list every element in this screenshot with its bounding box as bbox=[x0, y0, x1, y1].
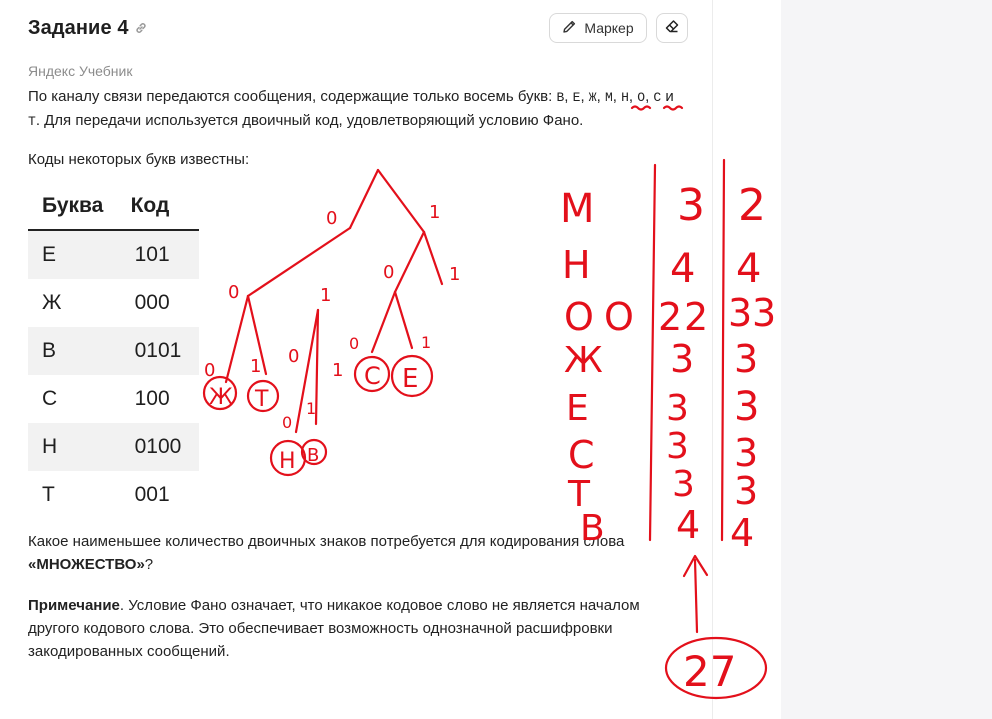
letter-cell: С bbox=[42, 387, 58, 410]
letter-zh: Ж bbox=[588, 90, 597, 105]
letter-o: О bbox=[637, 90, 646, 105]
letter-cell: Е bbox=[28, 230, 129, 279]
table-row: В 0101 bbox=[28, 327, 199, 375]
letter-cell: Т bbox=[42, 483, 55, 506]
letter-s: С bbox=[653, 90, 662, 105]
intro-text: По каналу связи передаются сообщения, со… bbox=[28, 88, 557, 105]
eraser-button[interactable] bbox=[656, 13, 688, 43]
marker-label: Маркер bbox=[584, 20, 634, 36]
table-row: Н 0100 bbox=[28, 423, 199, 471]
letter-cell: В bbox=[28, 327, 129, 375]
marker-button[interactable]: Маркер bbox=[549, 13, 647, 43]
column-header-code: Код bbox=[128, 183, 199, 231]
source-label: Яндекс Учебник bbox=[28, 63, 133, 79]
code-cell: 100 bbox=[134, 387, 170, 410]
eraser-icon bbox=[664, 18, 680, 39]
column-header-letter: Буква bbox=[28, 183, 129, 231]
question-word: «МНОЖЕСТВО» bbox=[28, 556, 145, 573]
letter-v: В bbox=[556, 90, 565, 105]
right-pane bbox=[713, 0, 781, 719]
question-start: Какое наименьшее количество двоичных зна… bbox=[28, 533, 625, 550]
note-label: Примечание bbox=[28, 597, 120, 614]
letter-n: Н bbox=[621, 90, 629, 105]
letter-cell: Ж bbox=[42, 291, 62, 314]
letter-m: М bbox=[604, 90, 613, 105]
letter-e: Е bbox=[572, 90, 581, 105]
code-cell: 001 bbox=[134, 483, 170, 506]
letter-cell: Н bbox=[28, 423, 129, 471]
task-card: Задание 4 Маркер Яндекс Учебник По канал… bbox=[0, 0, 713, 719]
link-icon[interactable] bbox=[134, 21, 148, 35]
table-row: Е 101 bbox=[28, 230, 199, 279]
intro-text-end: . Для передачи используется двоичный код… bbox=[35, 112, 584, 129]
question-end: ? bbox=[144, 556, 154, 573]
code-cell: 0100 bbox=[128, 423, 199, 471]
letter-t: Т bbox=[28, 114, 36, 129]
page-title: Задание 4 bbox=[28, 17, 129, 39]
pencil-icon bbox=[562, 19, 577, 37]
note-text: Примечание. Условие Фано означает, что н… bbox=[28, 594, 688, 663]
table-row: Ж 000 bbox=[28, 279, 199, 327]
table-row: С 100 bbox=[28, 375, 199, 423]
code-cell: 0101 bbox=[128, 327, 199, 375]
table-header-row: Буква Код bbox=[28, 183, 199, 231]
known-codes-label: Коды некоторых букв известны: bbox=[28, 151, 250, 168]
task-header: Задание 4 Маркер bbox=[28, 13, 692, 46]
code-cell: 101 bbox=[128, 230, 199, 279]
problem-statement: По каналу связи передаются сообщения, со… bbox=[28, 88, 674, 129]
code-cell: 000 bbox=[134, 291, 170, 314]
question-text: Какое наименьшее количество двоичных зна… bbox=[28, 530, 688, 576]
table-row: Т 001 bbox=[28, 471, 199, 519]
note-body: . Условие Фано означает, что никакое код… bbox=[28, 597, 640, 660]
codes-table: Буква Код Е 101 Ж 000 В 0101 С 100 Н 010… bbox=[28, 183, 199, 519]
